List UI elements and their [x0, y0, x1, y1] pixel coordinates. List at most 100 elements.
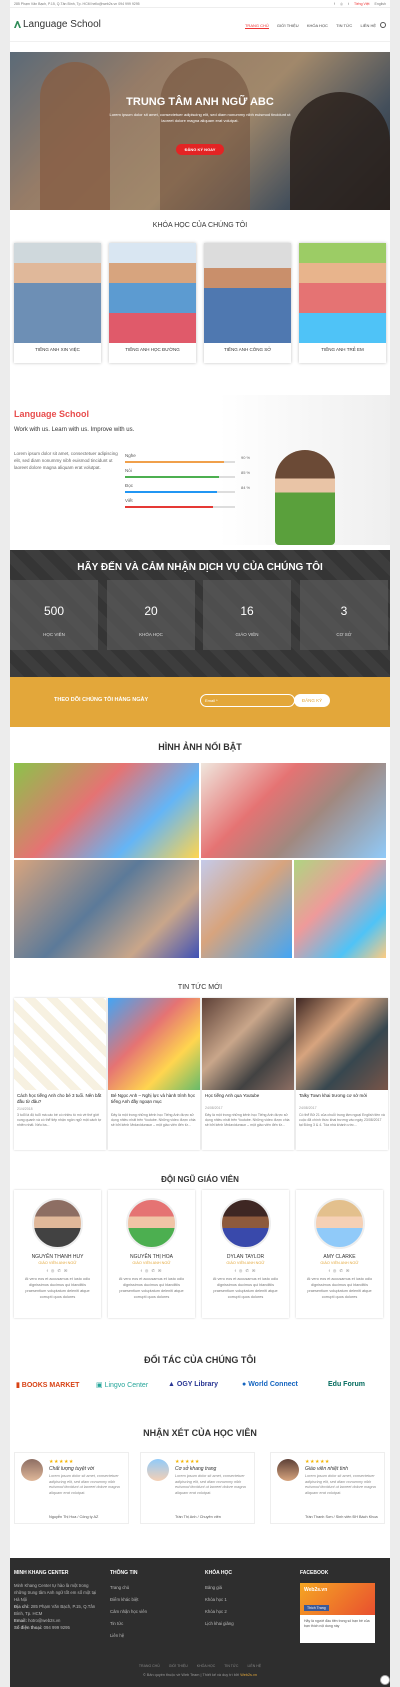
- partner-logo[interactable]: ▣ Lingvo Center: [96, 1381, 148, 1395]
- news-card[interactable]: Talky Town khai trương cơ sở mới 24/08/2…: [296, 998, 388, 1150]
- news-card[interactable]: Học tiếng Anh qua Youtube 24/08/2017 Đây…: [202, 998, 294, 1150]
- about-section: Language School Work with us. Learn with…: [10, 395, 390, 545]
- instagram-icon[interactable]: ◎: [340, 2, 343, 6]
- school-title: Language School: [14, 409, 90, 419]
- footer-bottom-link[interactable]: TRANG CHỦ: [139, 1664, 160, 1668]
- gallery-image[interactable]: [14, 763, 199, 858]
- email-field[interactable]: Email *: [200, 694, 295, 707]
- social-icons[interactable]: f ◎ ✆ ✉: [296, 1268, 383, 1273]
- like-page-button[interactable]: Thích Trang: [304, 1605, 329, 1611]
- rating-stars: ★★★★★: [305, 1459, 330, 1465]
- slider-dots: [189, 200, 204, 210]
- footer-link[interactable]: Khóa học 2: [205, 1609, 227, 1614]
- hero-title: TRUNG TÂM ANH NGỮ ABC: [126, 96, 274, 108]
- nav-home[interactable]: TRANG CHỦ: [244, 23, 269, 29]
- search-icon[interactable]: [380, 22, 386, 28]
- footer-bottom-nav: TRANG CHỦ GIỚI THIỆU KHÓA HỌC TIN TỨC LI…: [10, 1664, 390, 1668]
- social-icons[interactable]: f ◎ ✆ ✉: [202, 1268, 289, 1273]
- course-card[interactable]: TIẾNG ANH HỌC ĐƯỜNG: [109, 243, 196, 363]
- course-image: [109, 243, 196, 343]
- testimonials-title: NHẬN XÉT CỦA HỌC VIÊN: [143, 1428, 257, 1438]
- course-image: [14, 243, 101, 343]
- facebook-icon[interactable]: f: [334, 2, 335, 6]
- nav-contact[interactable]: LIÊN HỆ: [360, 23, 376, 28]
- top-right: f ◎ t Tiếng Việt English: [330, 2, 386, 6]
- services-title: HÃY ĐẾN VÀ CẢM NHẬN DỊCH VỤ CỦA CHÚNG TÔ…: [77, 562, 323, 573]
- hero-text: Lorem ipsum dolor sit amet, consectetuer…: [109, 112, 291, 123]
- partner-logo[interactable]: Edu Forum: [328, 1381, 365, 1395]
- stat-box: 20 KHÓA HỌC: [107, 580, 195, 650]
- course-label: TIẾNG ANH CÔNG SỞ: [223, 347, 272, 352]
- teachers-title: ĐỘI NGŨ GIÁO VIÊN: [161, 1175, 239, 1184]
- news-image: [202, 998, 294, 1090]
- avatar: [126, 1198, 177, 1249]
- student-image: [275, 450, 335, 545]
- nav-news[interactable]: TIN TỨC: [336, 23, 352, 28]
- avatar: [32, 1198, 83, 1249]
- partner-logo[interactable]: ● World Connect: [242, 1381, 298, 1395]
- partner-logo[interactable]: ▲ OGY Library: [168, 1381, 218, 1395]
- subscribe-button[interactable]: ĐĂNG KÝ: [294, 694, 330, 707]
- facebook-widget[interactable]: Web2s.vn Thích Trang Hãy là người đầu ti…: [300, 1583, 375, 1643]
- stat-box: 16 GIÁO VIÊN: [203, 580, 291, 650]
- course-image: [204, 243, 291, 343]
- footer-link[interactable]: Trang chủ: [110, 1585, 129, 1590]
- lang-en-link[interactable]: English: [375, 2, 386, 6]
- social-icons[interactable]: f ◎ ✆ ✉: [14, 1268, 101, 1273]
- footer-bottom-link[interactable]: LIÊN HỆ: [247, 1664, 261, 1668]
- footer-link[interactable]: Cảm nhận học viên: [110, 1609, 147, 1614]
- site-logo[interactable]: Language School: [14, 19, 101, 30]
- subscribe-text: THEO DÕI CHÚNG TÔI HÀNG NGÀY: [54, 697, 149, 703]
- register-button[interactable]: ĐĂNG KÝ NGAY: [176, 144, 224, 155]
- school-subtitle: Work with us. Learn with us. Improve wit…: [14, 427, 135, 433]
- page: 285 Phạm Văn Bạch, P.15, Q.Tân Bình, Tp.…: [10, 0, 390, 1687]
- services-section: HÃY ĐẾN VÀ CẢM NHẬN DỊCH VỤ CỦA CHÚNG TÔ…: [10, 550, 390, 677]
- gallery-image[interactable]: [201, 763, 386, 858]
- teacher-card: NGUYỄN THANH HUY GIÁO VIÊN ANH NGỮ f ◎ ✆…: [14, 1190, 101, 1318]
- gallery-image[interactable]: [294, 860, 386, 958]
- gallery-image[interactable]: [14, 860, 199, 958]
- stat-box: 500 HỌC VIÊN: [10, 580, 98, 650]
- top-bar: 285 Phạm Văn Bạch, P.15, Q.Tân Bình, Tp.…: [10, 0, 390, 8]
- rating-stars: ★★★★★: [49, 1459, 74, 1465]
- avatar: [21, 1459, 43, 1481]
- partner-logo[interactable]: ▮ BOOKS MARKET: [16, 1381, 79, 1395]
- partners-title: ĐỐI TÁC CỦA CHÚNG TÔI: [144, 1355, 256, 1365]
- footer-link[interactable]: Điểm khác biệt: [110, 1597, 138, 1602]
- skill-bar: Nghe 90 %: [125, 453, 265, 465]
- news-title: TIN TỨC MỚI: [177, 984, 223, 991]
- course-card[interactable]: TIẾNG ANH XIN VIỆC: [14, 243, 101, 363]
- stat-box: 3 CƠ SỞ: [300, 580, 388, 650]
- footer-link[interactable]: Khóa học 1: [205, 1597, 227, 1602]
- testimonial-card: ★★★★★ Giáo viên nhiệt tình Lorem ipsum d…: [270, 1452, 385, 1524]
- teacher-card: DYLAN TAYLOR GIÁO VIÊN ANH NGỮ f ◎ ✆ ✉ A…: [202, 1190, 289, 1318]
- course-card[interactable]: TIẾNG ANH CÔNG SỞ: [204, 243, 291, 363]
- news-card[interactable]: Cách học tiếng Anh cho bé 3 tuổi. Nên bắ…: [14, 998, 106, 1150]
- news-card[interactable]: Bé Ngọc Anh – Nghị lực và hành trình học…: [108, 998, 200, 1150]
- footer-link[interactable]: Tin tức: [110, 1621, 123, 1626]
- nav-courses[interactable]: KHÓA HỌC: [307, 23, 328, 28]
- social-icons[interactable]: f ◎ ✆ ✉: [108, 1268, 195, 1273]
- header: Language School TRANG CHỦ GIỚI THIỆU KHÓ…: [10, 8, 390, 42]
- teacher-card: AMY CLARKE GIÁO VIÊN ANH NGỮ f ◎ ✆ ✉ At …: [296, 1190, 383, 1318]
- testimonial-card: ★★★★★ Chất lượng tuyệt vời Lorem ipsum d…: [14, 1452, 129, 1524]
- footer-bottom-link[interactable]: KHÓA HỌC: [197, 1664, 215, 1668]
- footer-link[interactable]: Bảng giá: [205, 1585, 222, 1590]
- school-desc: Lorem ipsum dolor sit amet, consectetuer…: [14, 451, 118, 470]
- main-nav: TRANG CHỦ GIỚI THIỆU KHÓA HỌC TIN TỨC LI…: [238, 23, 376, 29]
- twitter-icon[interactable]: t: [348, 2, 349, 6]
- avatar: [220, 1198, 271, 1249]
- lang-vi-link[interactable]: Tiếng Việt: [354, 2, 370, 6]
- gallery-title: HÌNH ẢNH NỔI BẬT: [158, 742, 242, 752]
- nav-about[interactable]: GIỚI THIỆU: [277, 23, 299, 28]
- subscribe-bar: THEO DÕI CHÚNG TÔI HÀNG NGÀY Email * ĐĂN…: [10, 677, 390, 727]
- courses-list: TIẾNG ANH XIN VIỆC TIẾNG ANH HỌC ĐƯỜNG T…: [14, 243, 386, 365]
- footer-bottom-link[interactable]: GIỚI THIỆU: [169, 1664, 188, 1668]
- footer-link[interactable]: Lịch khai giảng: [205, 1621, 234, 1626]
- footer-link[interactable]: Liên hệ: [110, 1633, 124, 1638]
- course-card[interactable]: TIẾNG ANH TRẺ EM: [299, 243, 386, 363]
- copyright: © Bản quyền thuộc về Web Team | Thiết kế…: [142, 1673, 258, 1677]
- back-to-top-icon[interactable]: [380, 1675, 390, 1685]
- footer-bottom-link[interactable]: TIN TỨC: [224, 1664, 238, 1668]
- gallery-image[interactable]: [201, 860, 292, 958]
